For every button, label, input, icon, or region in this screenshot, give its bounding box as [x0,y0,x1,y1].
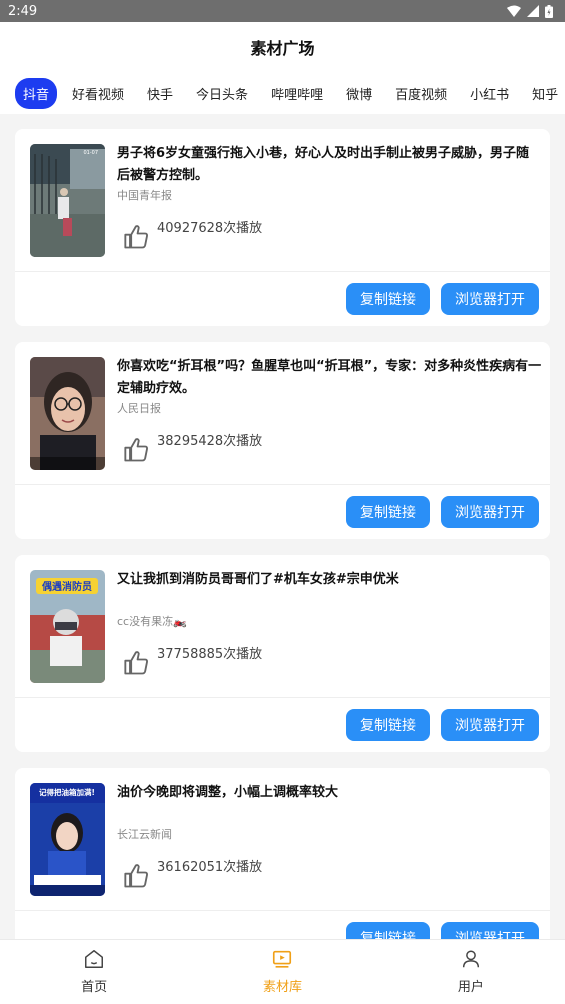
thumb-caption: 偶遇消防员 [41,580,92,593]
video-library-icon [273,950,292,968]
tab-toutiao[interactable]: 今日头条 [188,78,256,109]
thumb-caption: 记得把油箱加满! [39,787,95,797]
nav-material-library[interactable]: 素材库 [188,940,376,1004]
card-divider [15,910,550,911]
nav-user[interactable]: 用户 [377,940,565,1004]
open-in-browser-button[interactable]: 浏览器打开 [441,496,539,528]
video-headline[interactable]: 油价今晚即将调整，小幅上调概率较大 [117,782,542,804]
status-icons [507,4,553,18]
video-source: cc没有果冻🏍️ [117,615,187,628]
video-thumbnail[interactable]: 偶遇消防员 [30,570,105,683]
material-card: 01-07 男子将6岁女童强行拖入小巷，好心人及时出手制止被男子威胁，男子随后被… [15,129,550,326]
video-thumbnail[interactable]: 记得把油箱加满! [30,783,105,896]
svg-text:01-07: 01-07 [83,150,98,156]
material-card: 记得把油箱加满! 油价今晚即将调整，小幅上调概率较大 长江云新闻 3616205… [15,768,550,965]
tab-kuaishou[interactable]: 快手 [139,78,181,109]
tab-xiaohongshu[interactable]: 小红书 [462,78,517,109]
open-in-browser-button[interactable]: 浏览器打开 [441,283,539,315]
bottom-navigation: 首页 素材库 用户 [0,939,565,1004]
thumbs-up-icon[interactable] [123,436,151,464]
card-divider [15,697,550,698]
nav-material-library-label: 素材库 [262,980,302,995]
play-count: 40927628次播放 [157,221,263,236]
status-bar: 2:49 [0,0,565,22]
page-title: 素材广场 [250,39,315,58]
video-headline[interactable]: 你喜欢吃“折耳根”吗？鱼腥草也叫“折耳根”，专家：对多种炎性疾病有一定辅助疗效。 [117,356,542,400]
copy-link-button[interactable]: 复制链接 [346,496,430,528]
video-thumbnail[interactable] [30,357,105,470]
material-card: 偶遇消防员 又让我抓到消防员哥哥们了#机车女孩#宗申优米 cc没有果冻🏍️ 37… [15,555,550,752]
card-divider [15,271,550,272]
video-source: 长江云新闻 [117,828,172,841]
card-divider [15,484,550,485]
play-count: 37758885次播放 [157,647,263,662]
thumbs-up-icon[interactable] [123,862,151,890]
nav-home[interactable]: 首页 [0,940,188,1004]
battery-icon [545,4,553,18]
user-icon [462,950,479,968]
video-source: 人民日报 [117,402,161,415]
tab-zhihu[interactable]: 知乎 [524,78,565,109]
video-headline[interactable]: 男子将6岁女童强行拖入小巷，好心人及时出手制止被男子威胁，男子随后被警方控制。 [117,143,542,187]
thumbs-up-icon[interactable] [123,223,151,251]
tab-haokan[interactable]: 好看视频 [64,78,132,109]
platform-tabs: 抖音 好看视频 快手 今日头条 哔哩哔哩 微博 百度视频 小红书 知乎 [0,72,565,114]
material-card: 你喜欢吃“折耳根”吗？鱼腥草也叫“折耳根”，专家：对多种炎性疾病有一定辅助疗效。… [15,342,550,539]
material-feed: 01-07 男子将6岁女童强行拖入小巷，好心人及时出手制止被男子威胁，男子随后被… [15,129,550,981]
video-source: 中国青年报 [117,189,172,202]
tab-baidu-video[interactable]: 百度视频 [387,78,455,109]
wifi-icon [507,5,521,17]
open-in-browser-button[interactable]: 浏览器打开 [441,709,539,741]
home-icon [85,950,104,968]
video-thumbnail[interactable]: 01-07 [30,144,105,257]
video-headline[interactable]: 又让我抓到消防员哥哥们了#机车女孩#宗申优米 [117,569,542,591]
copy-link-button[interactable]: 复制链接 [346,283,430,315]
nav-home-label: 首页 [81,980,108,995]
tab-douyin[interactable]: 抖音 [15,77,58,109]
play-count: 36162051次播放 [157,860,263,875]
app-header: 素材广场 [0,22,565,72]
play-count: 38295428次播放 [157,434,263,449]
tab-bilibili[interactable]: 哔哩哔哩 [263,78,331,109]
thumbs-up-icon[interactable] [123,649,151,677]
status-time: 2:49 [8,3,38,19]
tab-weibo[interactable]: 微博 [338,78,380,109]
signal-icon [527,5,539,17]
copy-link-button[interactable]: 复制链接 [346,709,430,741]
nav-user-label: 用户 [457,980,484,995]
